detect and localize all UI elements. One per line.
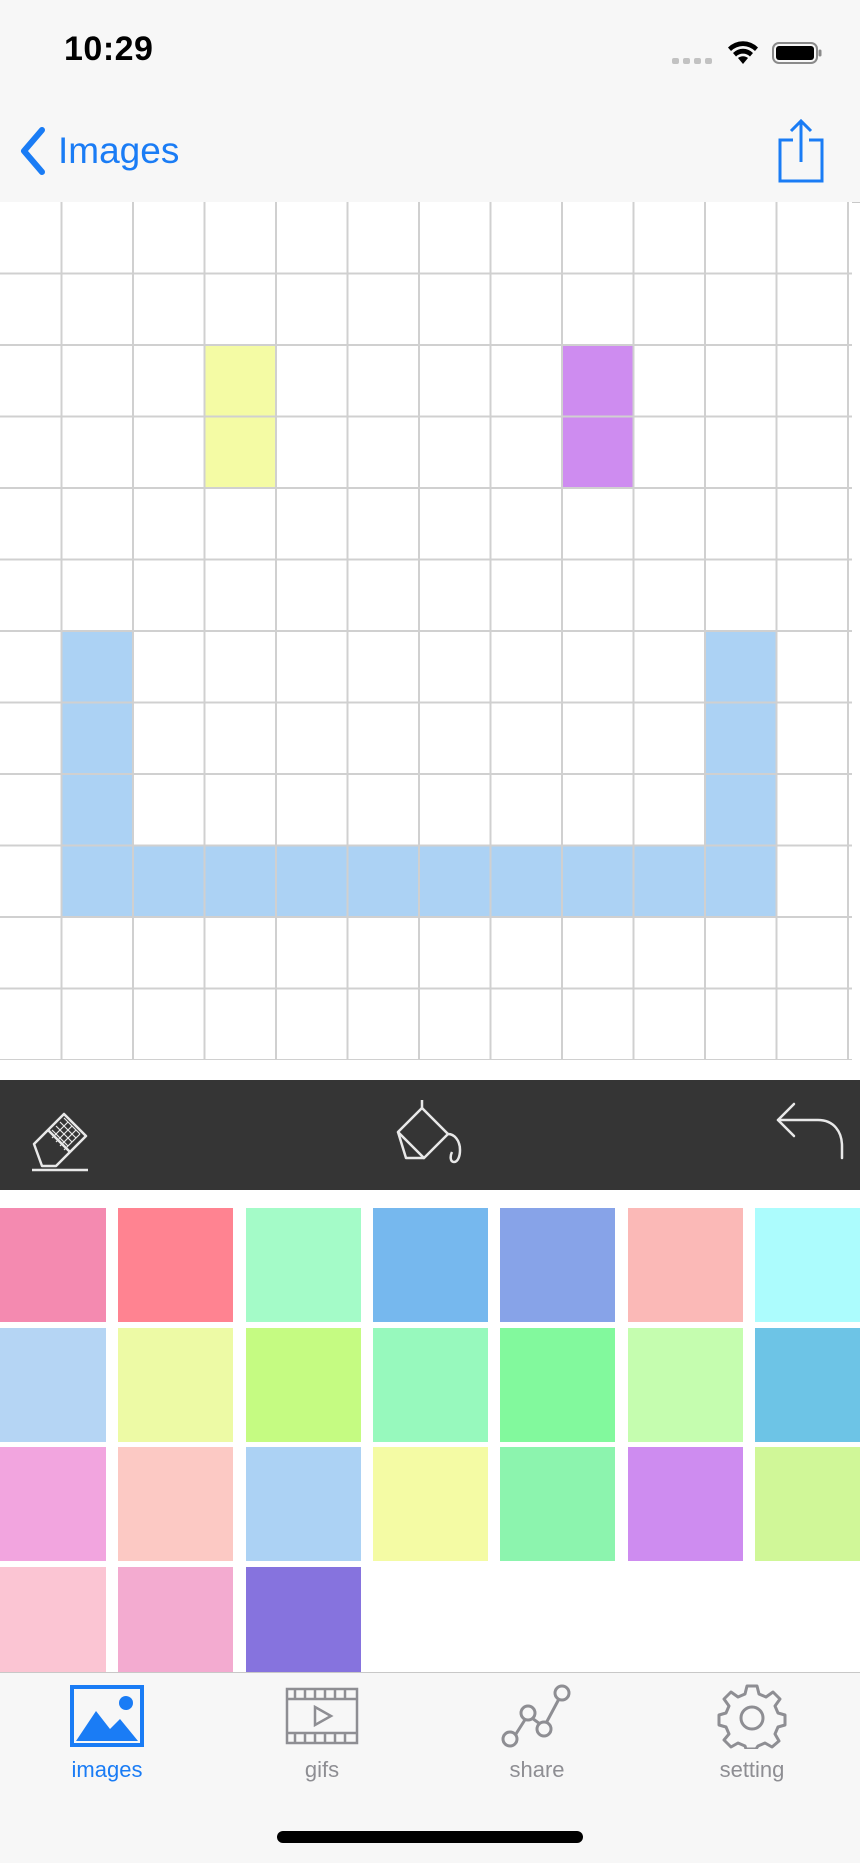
- image-icon: [70, 1685, 144, 1747]
- color-swatch[interactable]: [246, 1447, 361, 1561]
- color-swatch[interactable]: [246, 1567, 361, 1672]
- tab-share-label: share: [509, 1757, 565, 1782]
- home-indicator: [277, 1831, 583, 1843]
- pixel-grid-canvas[interactable]: [0, 202, 852, 1060]
- color-swatch[interactable]: [373, 1328, 488, 1442]
- color-swatch[interactable]: [755, 1447, 860, 1561]
- cellular-signal-icon: [672, 58, 712, 64]
- color-palette: [0, 1190, 860, 1672]
- battery-icon: [772, 42, 822, 64]
- tab-images-label: images: [71, 1757, 143, 1782]
- color-swatch[interactable]: [500, 1328, 615, 1442]
- filled-pixel[interactable]: [562, 845, 634, 918]
- filled-pixel[interactable]: [61, 702, 134, 775]
- filled-pixel[interactable]: [204, 345, 277, 417]
- color-swatch[interactable]: [118, 1447, 233, 1561]
- color-swatch[interactable]: [0, 1567, 106, 1672]
- status-time: 10:29: [64, 30, 154, 68]
- tab-setting-label: setting: [719, 1757, 785, 1782]
- filled-pixel[interactable]: [347, 845, 420, 918]
- status-bar: 10:29: [0, 0, 860, 100]
- filled-pixel[interactable]: [705, 702, 777, 775]
- filled-pixel[interactable]: [204, 845, 277, 918]
- color-swatch[interactable]: [0, 1208, 106, 1322]
- filled-pixel[interactable]: [133, 845, 205, 918]
- filled-pixel[interactable]: [705, 631, 777, 703]
- tab-images[interactable]: images: [27, 1683, 187, 1783]
- filled-pixel[interactable]: [562, 416, 634, 489]
- filled-pixel[interactable]: [562, 345, 634, 417]
- filled-pixel[interactable]: [61, 845, 134, 918]
- tab-share[interactable]: share: [457, 1683, 617, 1783]
- color-swatch[interactable]: [246, 1208, 361, 1322]
- color-swatch[interactable]: [500, 1208, 615, 1322]
- filled-pixel[interactable]: [276, 845, 348, 918]
- undo-icon[interactable]: [774, 1096, 850, 1174]
- color-swatch[interactable]: [628, 1328, 743, 1442]
- paint-bucket-icon[interactable]: [392, 1096, 468, 1174]
- color-swatch[interactable]: [628, 1208, 743, 1322]
- color-swatch[interactable]: [118, 1328, 233, 1442]
- color-swatch[interactable]: [500, 1447, 615, 1561]
- share-nodes-icon: [501, 1684, 571, 1748]
- filled-pixel[interactable]: [705, 845, 777, 918]
- filled-pixel[interactable]: [633, 845, 706, 918]
- tab-setting[interactable]: setting: [672, 1683, 832, 1783]
- wifi-icon: [728, 41, 758, 64]
- pixel-grid[interactable]: [0, 202, 852, 1060]
- color-swatch[interactable]: [373, 1208, 488, 1322]
- color-swatch[interactable]: [0, 1447, 106, 1561]
- color-swatch[interactable]: [755, 1328, 860, 1442]
- color-swatch[interactable]: [246, 1328, 361, 1442]
- eraser-icon[interactable]: [26, 1096, 102, 1174]
- share-icon[interactable]: [778, 118, 824, 184]
- color-swatch[interactable]: [118, 1208, 233, 1322]
- drawing-toolbar: [0, 1080, 860, 1190]
- back-button[interactable]: Images: [18, 124, 179, 178]
- color-swatch[interactable]: [755, 1208, 860, 1322]
- gear-icon: [717, 1684, 787, 1749]
- navigation-bar: Images: [0, 100, 860, 203]
- tab-gifs-label: gifs: [304, 1757, 340, 1782]
- filled-pixel[interactable]: [61, 631, 134, 703]
- color-swatch[interactable]: [0, 1328, 106, 1442]
- color-swatch[interactable]: [628, 1447, 743, 1561]
- color-swatch[interactable]: [118, 1567, 233, 1672]
- back-label: Images: [58, 130, 180, 171]
- tab-gifs[interactable]: gifs: [242, 1683, 402, 1783]
- color-swatch[interactable]: [373, 1447, 488, 1561]
- filled-pixel[interactable]: [490, 845, 563, 918]
- filled-pixel[interactable]: [204, 416, 277, 489]
- filled-pixel[interactable]: [705, 774, 777, 846]
- filled-pixel[interactable]: [419, 845, 491, 918]
- filled-pixel[interactable]: [61, 774, 134, 846]
- film-icon: [285, 1687, 359, 1745]
- chevron-left-icon: [21, 127, 45, 175]
